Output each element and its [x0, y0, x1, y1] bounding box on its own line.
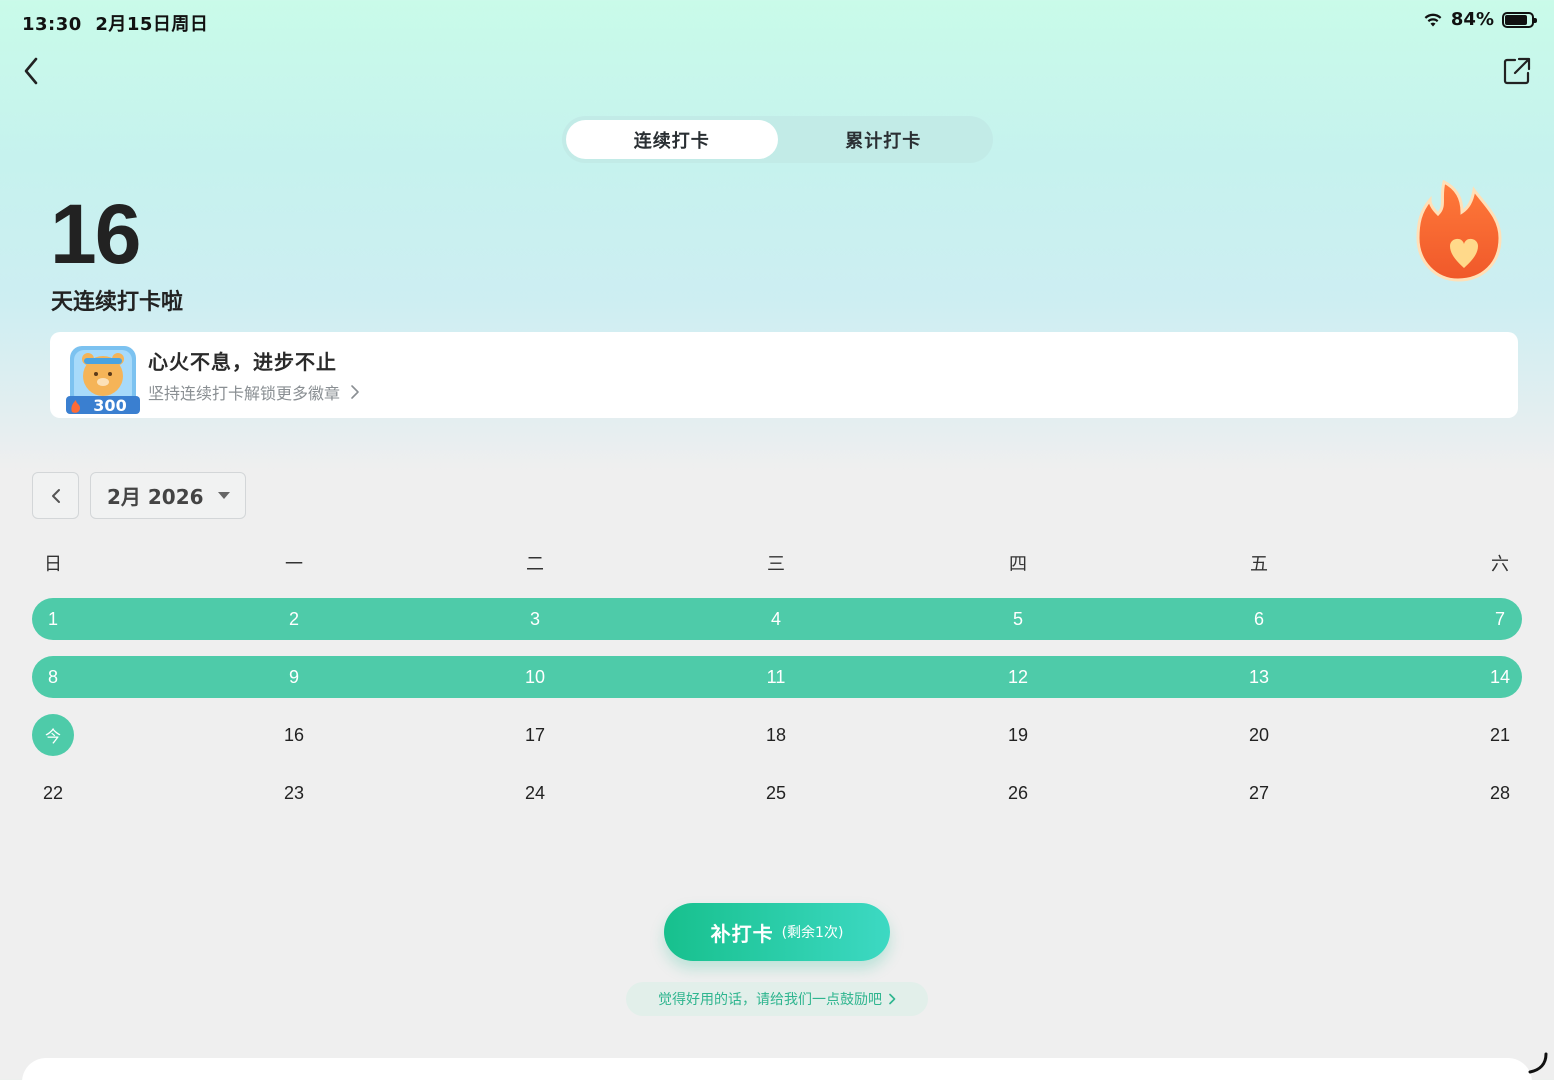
makeup-remaining: (剩余1次): [781, 925, 844, 941]
makeup-checkin-button[interactable]: 补打卡 (剩余1次): [664, 903, 890, 961]
calendar-day[interactable]: 26: [996, 772, 1040, 814]
calendar-day[interactable]: 8: [31, 656, 75, 698]
calendar-day[interactable]: 13: [1237, 656, 1281, 698]
calendar-day[interactable]: 2: [272, 598, 316, 640]
back-button[interactable]: [14, 54, 48, 88]
weekday-mon: 一: [285, 554, 303, 575]
calendar-day[interactable]: 16: [272, 714, 316, 756]
today-cell[interactable]: 今: [32, 714, 74, 756]
calendar-day[interactable]: 19: [996, 714, 1040, 756]
badge-title: 心火不息，进步不止: [148, 350, 337, 374]
calendar-day[interactable]: 10: [513, 656, 557, 698]
badge-card[interactable]: 300 心火不息，进步不止 坚持连续打卡解锁更多徽章: [50, 332, 1518, 418]
badge-subtitle: 坚持连续打卡解锁更多徽章: [148, 384, 341, 403]
battery-icon: [1502, 11, 1537, 28]
makeup-label: 补打卡: [710, 921, 774, 946]
calendar-day[interactable]: 27: [1237, 772, 1281, 814]
calendar-day[interactable]: 17: [513, 714, 557, 756]
badge-bear-icon: 300: [66, 346, 140, 415]
encourage-link[interactable]: 觉得好用的话，请给我们一点鼓励吧: [626, 982, 928, 1016]
calendar-day[interactable]: 12: [996, 656, 1040, 698]
calendar-day[interactable]: 23: [272, 772, 316, 814]
calendar-day[interactable]: 6: [1237, 598, 1281, 640]
calendar-day[interactable]: 4: [754, 598, 798, 640]
calendar-day[interactable]: 9: [272, 656, 316, 698]
calendar-day[interactable]: 5: [996, 598, 1040, 640]
flame-icon: [1416, 179, 1502, 282]
calendar-day[interactable]: 18: [754, 714, 798, 756]
tab-switcher: 连续打卡 累计打卡: [562, 116, 993, 163]
streak-count: 16: [50, 187, 141, 281]
calendar-day[interactable]: 25: [754, 772, 798, 814]
wifi-icon: [1424, 13, 1442, 26]
status-date: 2月15日周日: [95, 14, 209, 35]
weekday-wed: 三: [767, 554, 785, 575]
month-select[interactable]: 2月 2026: [90, 472, 246, 519]
calendar-day[interactable]: 3: [513, 598, 557, 640]
status-indicators: 84%: [1423, 9, 1537, 30]
calendar-day[interactable]: 20: [1237, 714, 1281, 756]
calendar-day[interactable]: 22: [31, 772, 75, 814]
badge-subtitle-row: 坚持连续打卡解锁更多徽章: [148, 380, 360, 404]
month-label: 2月 2026: [107, 485, 204, 509]
weekday-tue: 二: [526, 554, 544, 575]
streak-label: 天连续打卡啦: [51, 290, 184, 315]
calendar-day[interactable]: 24: [513, 772, 557, 814]
calendar-day[interactable]: 1: [31, 598, 75, 640]
calendar-day[interactable]: 7: [1478, 598, 1522, 640]
chevron-right-icon: [351, 385, 359, 399]
weekday-sun: 日: [44, 554, 62, 575]
weekday-fri: 五: [1250, 554, 1268, 575]
encourage-text: 觉得好用的话，请给我们一点鼓励吧: [658, 992, 882, 1008]
calendar-day[interactable]: 21: [1478, 714, 1522, 756]
chevron-left-icon: [51, 488, 60, 503]
chevron-left-icon: [24, 57, 38, 85]
calendar-day[interactable]: 28: [1478, 772, 1522, 814]
tab-streak[interactable]: 连续打卡: [566, 120, 778, 159]
chevron-right-icon: [889, 993, 896, 1005]
tab-cumulative[interactable]: 累计打卡: [778, 120, 990, 159]
bottom-sheet: [22, 1058, 1532, 1080]
weekday-sat: 六: [1491, 554, 1509, 575]
battery-percent: 84%: [1450, 9, 1494, 30]
calendar-day[interactable]: 11: [754, 656, 798, 698]
prev-month-button[interactable]: [32, 472, 79, 519]
resize-handle-icon: [1528, 1052, 1548, 1074]
calendar-day[interactable]: 14: [1478, 656, 1522, 698]
status-time: 13:30 2月15日周日: [22, 14, 209, 35]
weekday-thu: 四: [1009, 554, 1027, 575]
share-out-icon: [1503, 57, 1531, 85]
share-button[interactable]: [1500, 54, 1534, 88]
badge-number: 300: [93, 396, 126, 415]
caret-down-icon: [217, 492, 230, 499]
